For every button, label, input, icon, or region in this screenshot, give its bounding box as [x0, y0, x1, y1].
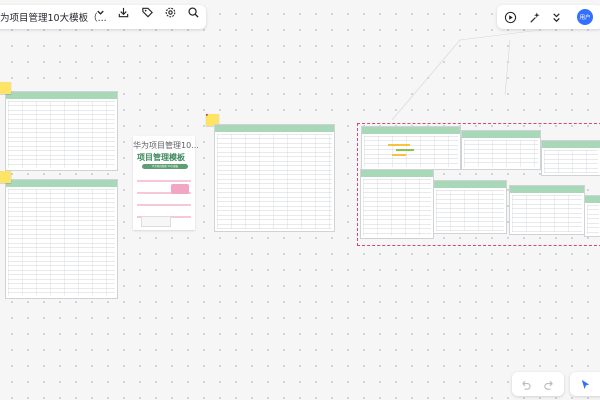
- template-table-9[interactable]: [584, 195, 600, 237]
- template-header: [362, 127, 460, 134]
- template-header: [434, 181, 506, 188]
- gantt-bars: [388, 144, 410, 146]
- template-table-7[interactable]: [433, 180, 507, 234]
- template-table-6[interactable]: [360, 169, 434, 239]
- template-table-5[interactable]: [541, 140, 600, 176]
- cursor-icon[interactable]: [578, 377, 592, 391]
- template-header: [462, 131, 540, 138]
- template-header: [510, 186, 584, 193]
- pointer-toolbar: [570, 372, 600, 396]
- template-header: [585, 196, 600, 203]
- template-table-8[interactable]: [509, 185, 585, 235]
- template-gantt[interactable]: [361, 126, 461, 170]
- template-header: [542, 141, 600, 148]
- redo-icon[interactable]: [542, 377, 556, 391]
- template-header: [361, 170, 433, 177]
- undo-icon[interactable]: [518, 377, 532, 391]
- template-table-4[interactable]: [461, 130, 541, 170]
- history-toolbar: [512, 372, 564, 396]
